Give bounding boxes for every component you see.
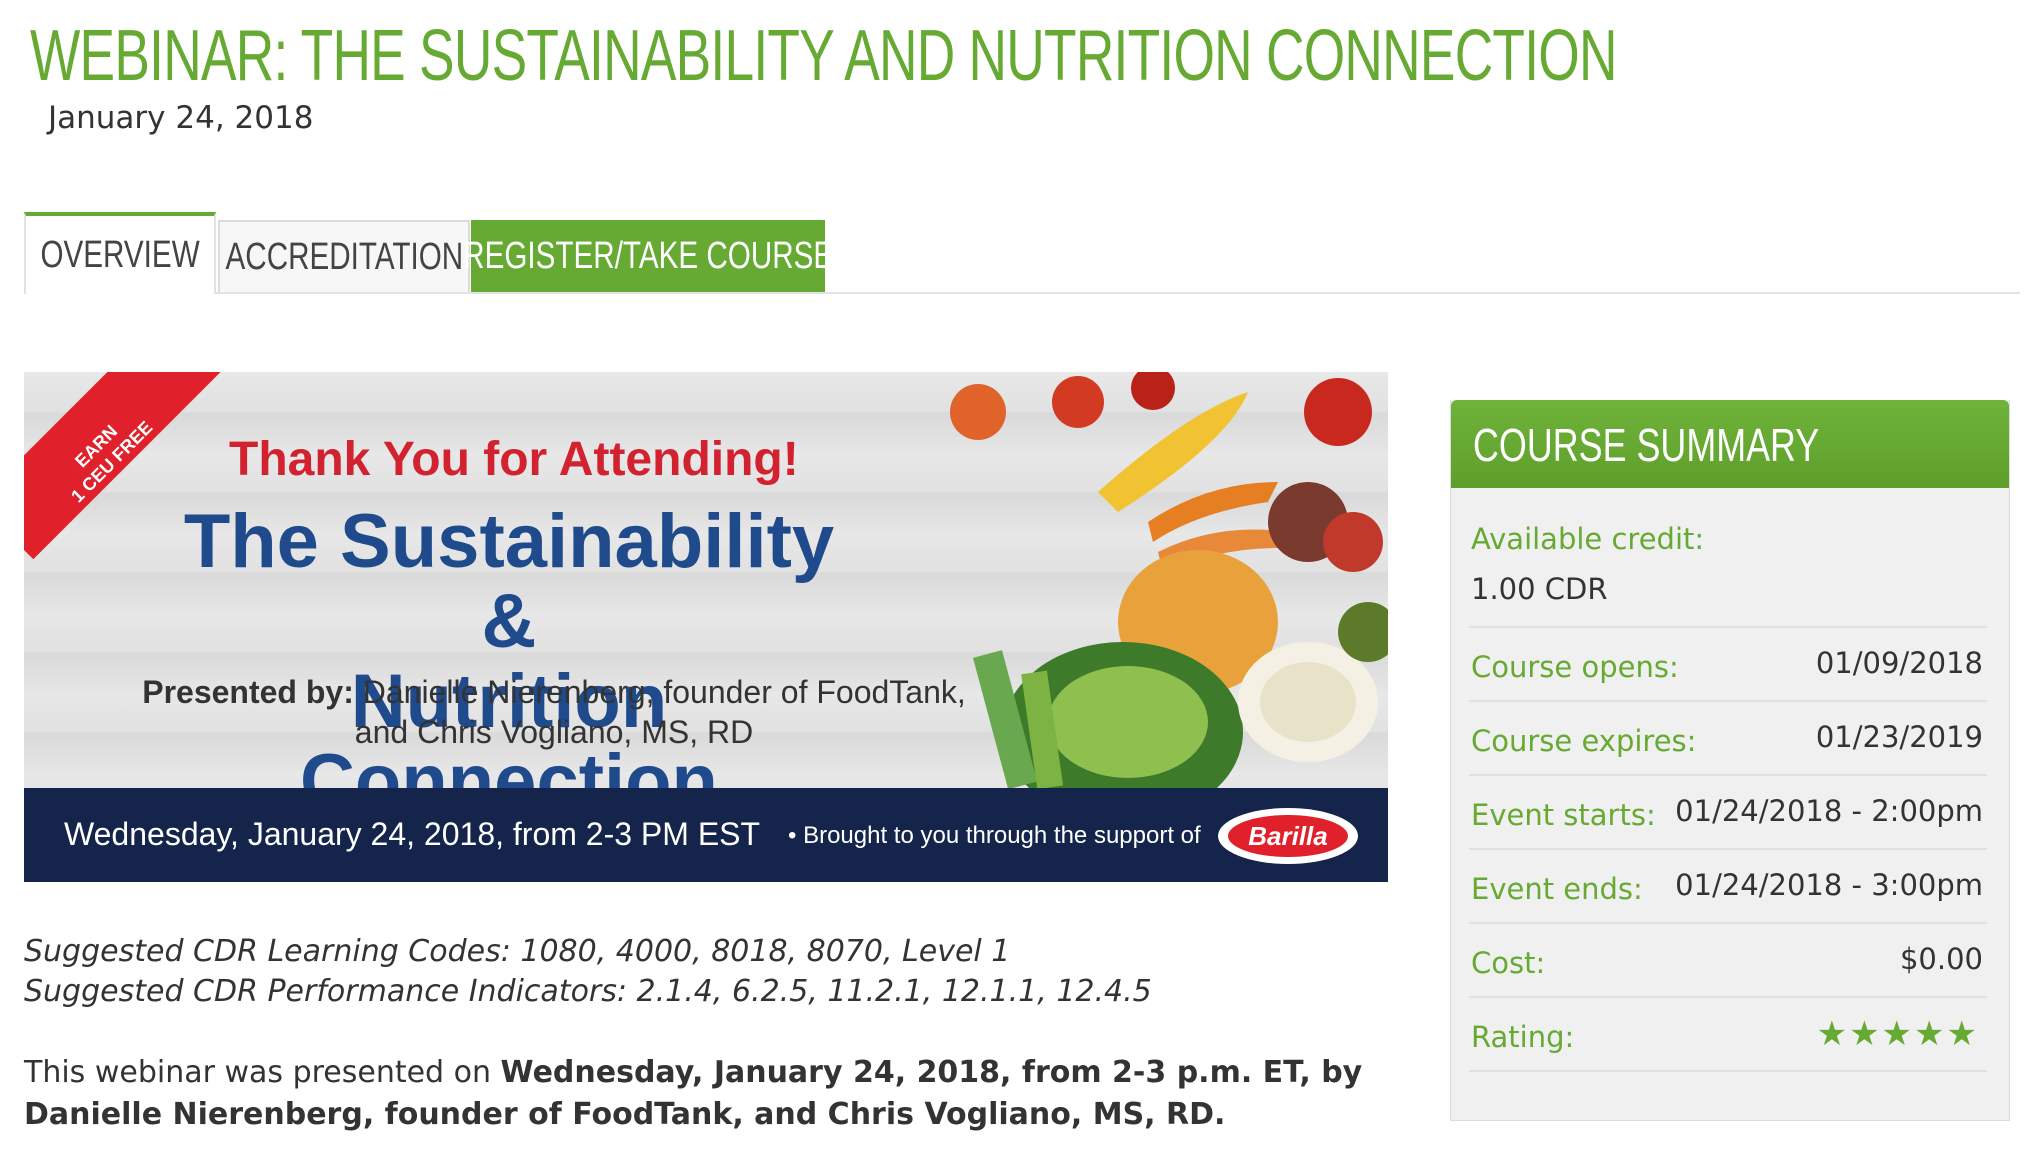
banner-support-text: • Brought to you through the support of: [788, 822, 1201, 849]
tab-register-label: REGISTER/TAKE COURSE: [462, 234, 834, 277]
banner-presenters: Presented by: Danielle Nierenberg, found…: [74, 672, 1034, 752]
banner-headline: The Sustainability & Nutrition Connectio…: [149, 502, 869, 822]
webinar-banner-image: EARN 1 CEU FREE Thank You for Attending! …: [24, 372, 1388, 882]
cost-value: $0.00: [1899, 942, 1983, 976]
star-icon: ★: [1816, 1014, 1850, 1054]
event-starts-label: Event starts:: [1471, 798, 1656, 832]
tab-bar: OVERVIEW ACCREDITATION REGISTER/TAKE COU…: [24, 212, 2020, 294]
course-summary-header: COURSE SUMMARY: [1451, 400, 2009, 488]
page-date: January 24, 2018: [48, 100, 314, 136]
available-credit-value: 1.00 CDR: [1471, 572, 1608, 606]
tab-register-take-course[interactable]: REGISTER/TAKE COURSE: [463, 220, 833, 292]
banner-event-date: Wednesday, January 24, 2018, from 2-3 PM…: [64, 816, 761, 852]
page-title: WEBINAR: THE SUSTAINABILITY AND NUTRITIO…: [30, 16, 1617, 96]
rating-row: Rating: ★★★★★: [1469, 996, 1987, 1072]
event-ends-label: Event ends:: [1471, 872, 1643, 906]
event-ends-row: Event ends: 01/24/2018 - 3:00pm: [1469, 848, 1987, 924]
star-icon: ★: [1914, 1014, 1947, 1054]
presented-by-label: Presented by:: [142, 674, 354, 710]
course-opens-row: Course opens: 01/09/2018: [1469, 626, 1987, 702]
available-credit-label: Available credit:: [1471, 522, 1705, 556]
barilla-logo: Barilla: [1218, 808, 1358, 864]
cost-row: Cost: $0.00: [1469, 922, 1987, 998]
cdr-codes: Suggested CDR Learning Codes: 1080, 4000…: [24, 932, 1152, 1012]
course-expires-row: Course expires: 01/23/2019: [1469, 700, 1987, 776]
course-expires-value: 01/23/2019: [1815, 720, 1983, 754]
tab-overview[interactable]: OVERVIEW: [24, 212, 216, 294]
learning-codes: Suggested CDR Learning Codes: 1080, 4000…: [24, 934, 1011, 969]
performance-indicators: Suggested CDR Performance Indicators: 2.…: [24, 974, 1152, 1009]
available-credit-row: Available credit: 1.00 CDR: [1469, 502, 1987, 628]
star-icon: ★: [1881, 1014, 1915, 1054]
tab-accreditation[interactable]: ACCREDITATION: [218, 220, 470, 292]
tab-overview-label: OVERVIEW: [40, 233, 200, 276]
event-starts-value: 01/24/2018 - 2:00pm: [1675, 794, 1983, 828]
course-expires-label: Course expires:: [1471, 724, 1697, 758]
webinar-description: This webinar was presented on Wednesday,…: [24, 1055, 1363, 1132]
banner-headline-line1: The Sustainability &: [183, 499, 835, 664]
course-opens-value: 01/09/2018: [1815, 646, 1983, 680]
star-icon: ★: [1849, 1014, 1882, 1054]
banner-thanks: Thank You for Attending!: [229, 433, 799, 486]
rating-label: Rating:: [1471, 1020, 1575, 1054]
course-opens-label: Course opens:: [1471, 650, 1679, 684]
course-summary-panel: COURSE SUMMARY Available credit: 1.00 CD…: [1450, 400, 2010, 1121]
cost-label: Cost:: [1471, 946, 1546, 980]
event-starts-row: Event starts: 01/24/2018 - 2:00pm: [1469, 774, 1987, 850]
rating-stars: ★★★★★: [1817, 1014, 1979, 1054]
presenters-line1: Danielle Nierenberg, founder of FoodTank…: [362, 674, 966, 710]
star-icon: ★: [1946, 1014, 1979, 1054]
presenters-line2: and Chris Vogliano, MS, RD: [354, 714, 754, 750]
event-ends-value: 01/24/2018 - 3:00pm: [1675, 868, 1983, 902]
tab-accreditation-label: ACCREDITATION: [225, 235, 463, 278]
